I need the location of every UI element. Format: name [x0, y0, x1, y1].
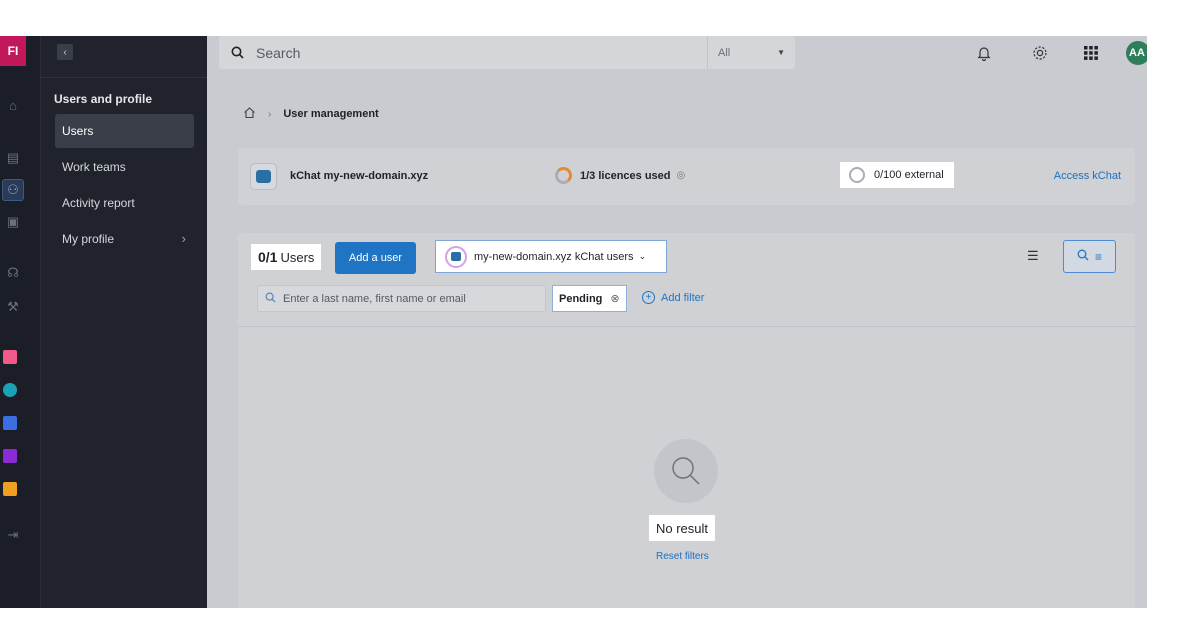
search-filter-toggle-button[interactable]: ≡	[1063, 240, 1116, 273]
licence-usage-text: 1/3 licences used	[580, 169, 671, 182]
storage-icon[interactable]: ▤	[2, 147, 24, 169]
billing-icon[interactable]: ▣	[2, 211, 24, 233]
sidebar-header: ‹	[41, 36, 207, 78]
kmeet-app-icon[interactable]	[3, 383, 17, 397]
home-icon[interactable]: ⌂	[2, 94, 24, 116]
global-search-input[interactable]: Search	[256, 45, 300, 61]
kchat-group-icon	[445, 245, 467, 268]
global-search-bar[interactable]: Search All ▼	[219, 36, 795, 69]
chevron-left-icon: ‹	[63, 46, 67, 58]
search-scope-select[interactable]: All ▼	[707, 36, 795, 69]
eye-icon[interactable]: ◎	[677, 170, 686, 181]
external-usage: 0/100 external	[840, 162, 954, 188]
reset-filters-link[interactable]: Reset filters	[656, 551, 709, 562]
sidebar-item-label: Work teams	[62, 160, 126, 174]
product-summary-card: kChat my-new-domain.xyz 1/3 licences use…	[238, 148, 1135, 205]
sidebar-section-title: Users and profile	[54, 92, 153, 106]
search-icon	[231, 46, 244, 59]
list-view-icon[interactable]: ☰	[1027, 248, 1039, 264]
main-content: › User management kChat my-new-domain.xy…	[207, 78, 1147, 608]
users-count: 0/1 Users	[251, 244, 322, 270]
users-count-value: 0/1	[258, 249, 278, 265]
users-panel: 0/1 Users Add a user my-new-domain.xyz k…	[238, 233, 1135, 608]
sidebar: ‹ Users and profile Users Work teams Act…	[40, 36, 207, 608]
sidebar-item-users[interactable]: Users	[55, 114, 194, 148]
swisstransfer-app-icon[interactable]	[3, 482, 17, 496]
external-progress-ring	[849, 167, 865, 183]
chevron-right-icon: ›	[181, 231, 186, 246]
users-count-label: Users	[280, 249, 315, 265]
plus-circle-icon: +	[642, 291, 655, 304]
tools-icon[interactable]: ⚒	[2, 296, 24, 318]
search-scope-value: All	[718, 46, 731, 59]
empty-state-search-icon	[654, 439, 718, 503]
kpaste-app-icon[interactable]	[3, 449, 17, 463]
top-bar: Search All ▼ AA	[207, 36, 1147, 78]
search-icon	[265, 292, 276, 306]
icon-rail: FI ⌂ ▤ ⚇ ▣ ☊ ⚒ ⇥	[0, 36, 40, 608]
sidebar-item-label: Users	[62, 124, 94, 138]
support-icon[interactable]: ☊	[2, 262, 24, 284]
filter-chip-label: Pending	[559, 292, 603, 305]
kchat-app-icon[interactable]	[3, 416, 17, 430]
chevron-right-icon: ›	[268, 108, 272, 120]
product-name: kChat my-new-domain.xyz	[290, 170, 429, 182]
add-filter-button[interactable]: + Add filter	[642, 291, 704, 304]
caret-down-icon: ▼	[777, 48, 785, 57]
licence-progress-ring	[555, 167, 572, 184]
home-icon[interactable]	[243, 106, 256, 122]
kdrive-app-icon[interactable]	[3, 350, 17, 364]
group-filter-select[interactable]: my-new-domain.xyz kChat users ⌄	[435, 240, 667, 273]
sidebar-item-activity-report[interactable]: Activity report	[55, 186, 194, 220]
chevron-down-icon: ⌄	[638, 251, 647, 261]
add-filter-label: Add filter	[661, 291, 705, 304]
add-user-button[interactable]: Add a user	[335, 242, 416, 274]
bell-icon[interactable]	[973, 42, 995, 64]
licence-usage: 1/3 licences used ◎	[555, 167, 685, 184]
kchat-logo-icon	[250, 163, 277, 190]
external-usage-text: 0/100 external	[874, 169, 944, 181]
page-title: User management	[283, 108, 379, 120]
sidebar-item-label: My profile	[62, 232, 115, 246]
access-kchat-link[interactable]: Access kChat	[1054, 170, 1121, 182]
org-avatar[interactable]: FI	[0, 36, 26, 66]
filter-row: Enter a last name, first name or email P…	[238, 285, 1135, 327]
collapse-sidebar-button[interactable]: ‹	[57, 44, 73, 60]
search-icon	[1077, 249, 1089, 264]
gear-icon[interactable]	[1029, 42, 1051, 64]
logout-icon[interactable]: ⇥	[2, 524, 24, 546]
user-search-placeholder: Enter a last name, first name or email	[283, 292, 466, 305]
sidebar-item-work-teams[interactable]: Work teams	[55, 150, 194, 184]
pending-filter-chip[interactable]: Pending ⊗	[552, 285, 627, 312]
breadcrumb: › User management	[243, 106, 379, 122]
app-window: FI ⌂ ▤ ⚇ ▣ ☊ ⚒ ⇥ ‹ Users and profile Use…	[0, 36, 1147, 608]
sidebar-item-label: Activity report	[62, 196, 135, 210]
user-search-input[interactable]: Enter a last name, first name or email	[257, 285, 546, 312]
sidebar-item-my-profile[interactable]: My profile ›	[55, 222, 194, 256]
apps-grid-icon[interactable]	[1080, 42, 1102, 64]
users-icon[interactable]: ⚇	[2, 179, 24, 201]
filter-lines-icon: ≡	[1094, 249, 1102, 264]
empty-state-title: No result	[649, 515, 716, 541]
user-avatar[interactable]: AA	[1126, 41, 1147, 65]
remove-filter-icon[interactable]: ⊗	[610, 292, 619, 305]
group-filter-value: my-new-domain.xyz kChat users	[474, 250, 634, 263]
